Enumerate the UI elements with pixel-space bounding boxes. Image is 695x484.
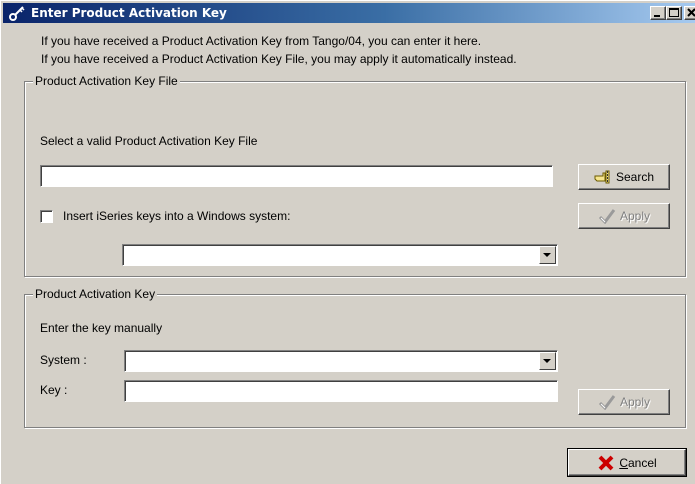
- manual-key-apply-label: Apply: [619, 395, 651, 409]
- manual-key-instruction: Enter the key manually: [40, 321, 163, 335]
- key-file-instruction: Select a valid Product Activation Key Fi…: [40, 134, 258, 148]
- system-dropdown-button[interactable]: [539, 352, 556, 370]
- key-input-text[interactable]: [125, 381, 557, 401]
- close-button[interactable]: [684, 6, 695, 20]
- red-x-icon: [597, 455, 615, 471]
- key-icon: [9, 5, 25, 21]
- key-file-path-input[interactable]: [40, 165, 553, 187]
- system-select[interactable]: [124, 350, 558, 372]
- system-label: System :: [40, 353, 87, 367]
- key-input[interactable]: [124, 380, 558, 402]
- manual-key-apply-button[interactable]: Apply: [578, 389, 670, 415]
- window-title: Enter Product Activation Key: [31, 6, 227, 20]
- insert-iseries-label: Insert iSeries keys into a Windows syste…: [63, 209, 291, 223]
- title-bar[interactable]: Enter Product Activation Key: [3, 3, 695, 23]
- iseries-system-select[interactable]: [122, 244, 558, 266]
- iseries-system-dropdown-button[interactable]: [539, 246, 556, 264]
- activation-dialog: Enter Product Activation Key If you have…: [0, 0, 695, 484]
- minimize-button[interactable]: [650, 6, 666, 20]
- key-file-group: Product Activation Key File Select a val…: [24, 74, 686, 277]
- manual-key-group-legend: Product Activation Key: [33, 287, 158, 301]
- search-button[interactable]: Search: [578, 164, 670, 190]
- info-line-1: If you have received a Product Activatio…: [41, 34, 482, 48]
- chevron-down-icon: [543, 359, 551, 363]
- key-label: Key :: [40, 383, 68, 397]
- maximize-button[interactable]: [666, 6, 682, 20]
- checkmark-icon: [598, 208, 616, 225]
- chevron-down-icon: [543, 253, 551, 257]
- info-line-2: If you have received a Product Activatio…: [41, 52, 517, 66]
- insert-iseries-checkbox[interactable]: [40, 210, 53, 223]
- key-file-path-text[interactable]: [41, 166, 552, 186]
- cancel-button-label: Cancel: [619, 455, 657, 470]
- key-file-apply-label: Apply: [619, 209, 651, 223]
- key-file-apply-button[interactable]: Apply: [578, 203, 670, 229]
- cancel-button[interactable]: Cancel: [567, 448, 687, 477]
- checkmark-icon: [598, 394, 616, 411]
- search-button-label: Search: [615, 170, 655, 184]
- pointing-hand-icon: [594, 169, 612, 185]
- key-file-group-legend: Product Activation Key File: [33, 74, 180, 88]
- manual-key-group: Product Activation Key Enter the key man…: [24, 287, 686, 428]
